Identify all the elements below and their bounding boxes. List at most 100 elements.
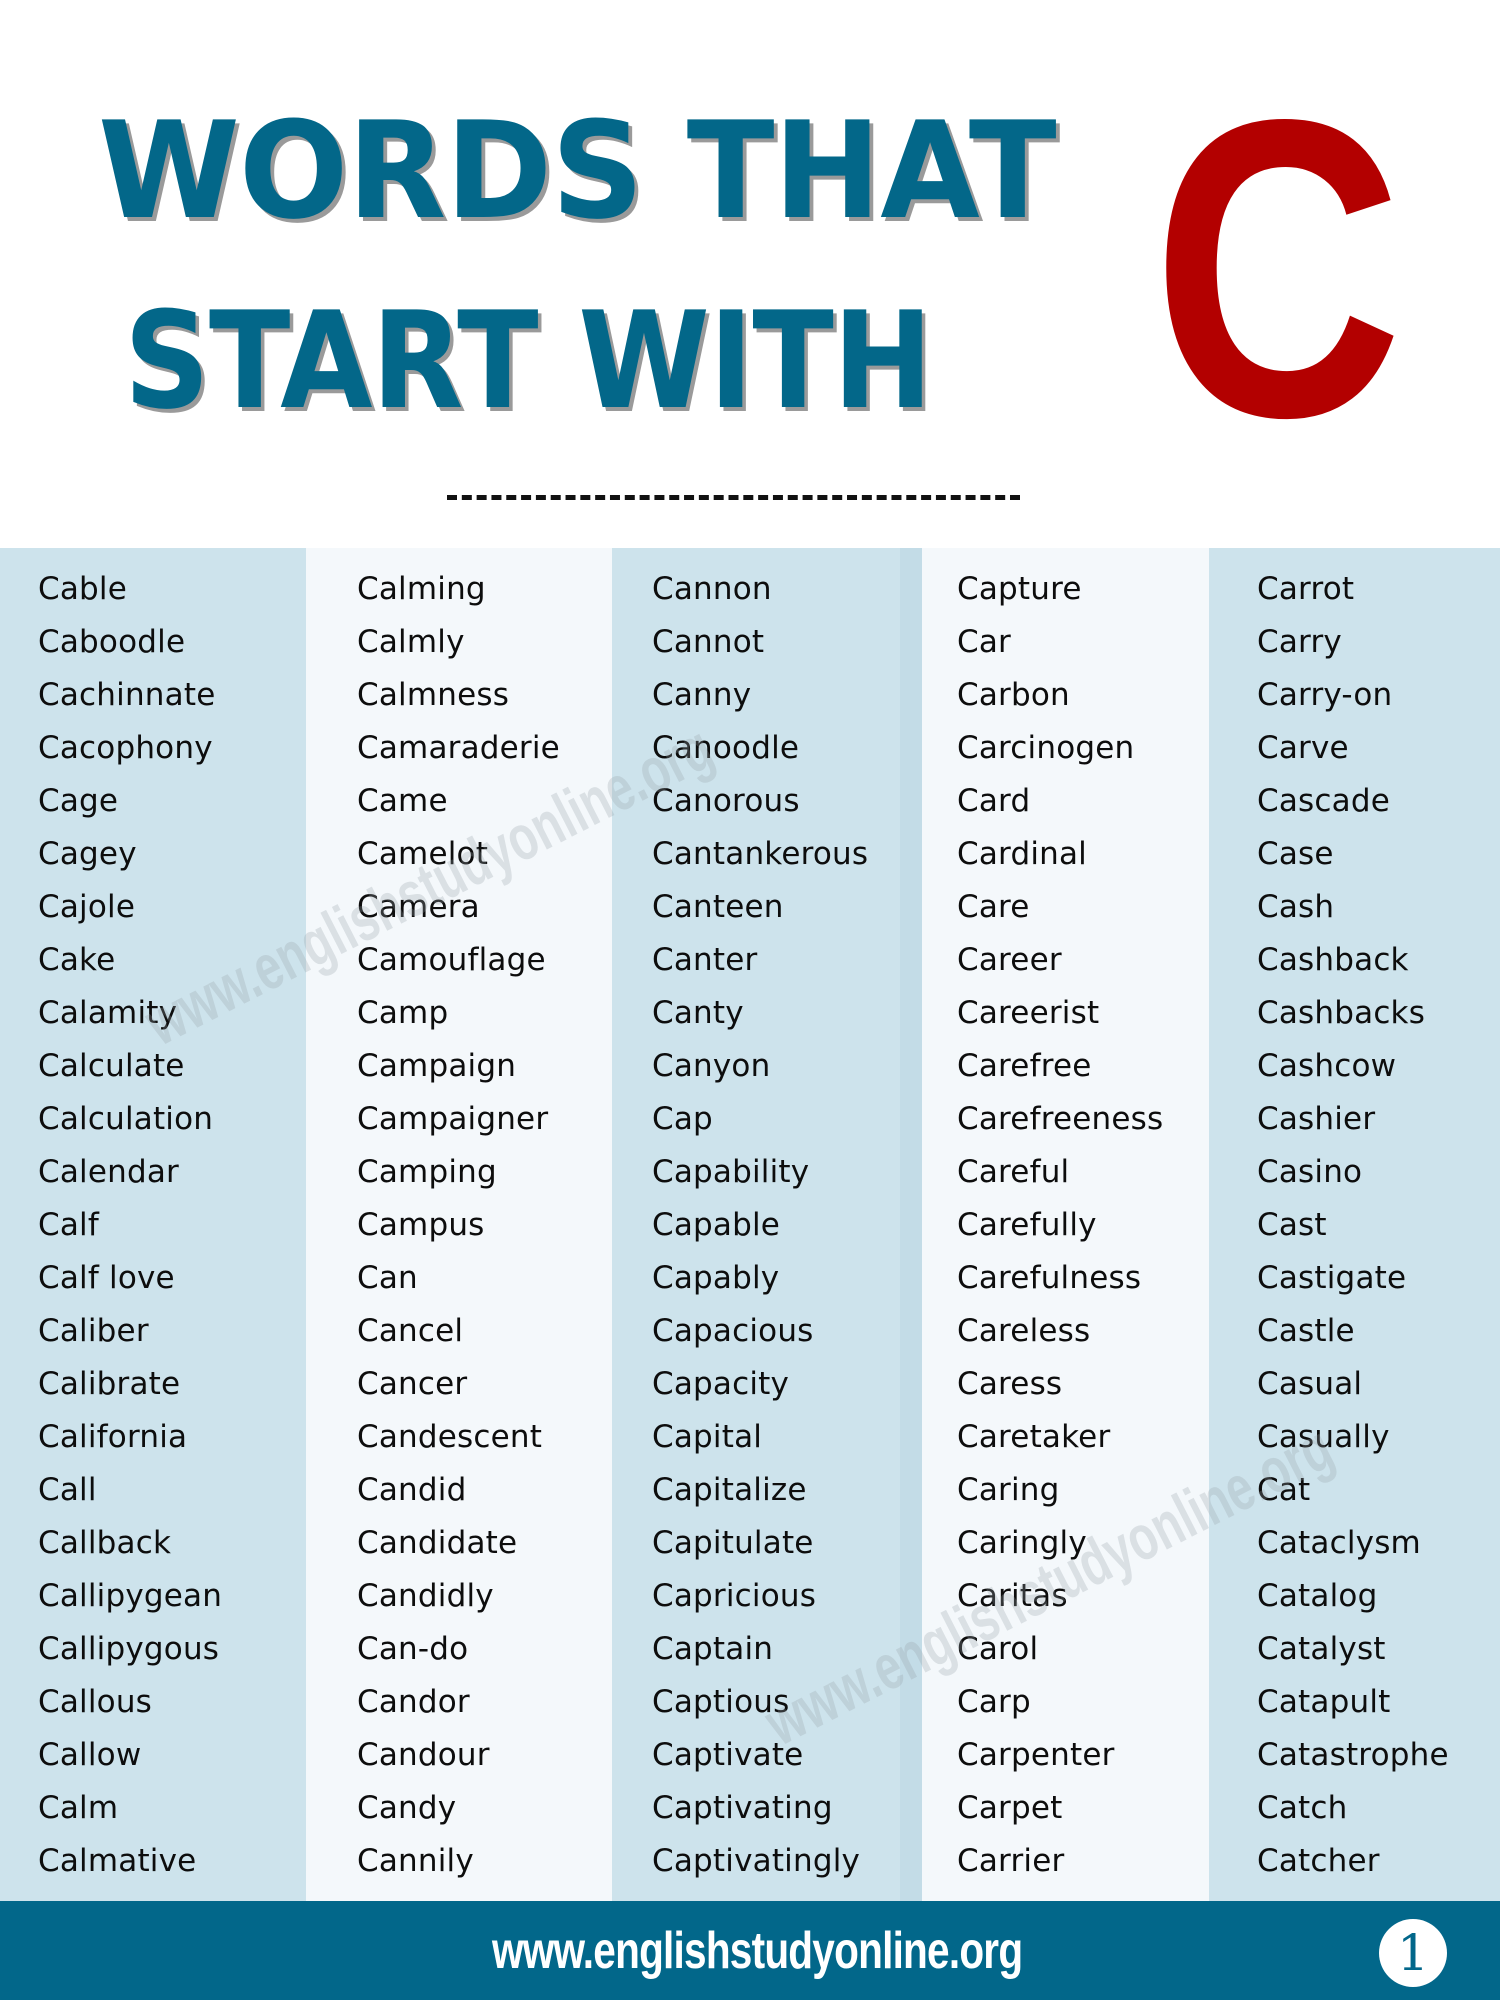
- word-item: Carve: [1257, 730, 1349, 766]
- word-item: Capability: [652, 1154, 810, 1190]
- word-item: Careerist: [957, 995, 1100, 1031]
- word-item: Can: [357, 1260, 418, 1296]
- word-item: Cashier: [1257, 1101, 1376, 1137]
- word-item: Catalyst: [1257, 1631, 1386, 1667]
- word-item: Castle: [1257, 1313, 1355, 1349]
- word-item: Cachinnate: [38, 677, 216, 713]
- title-line-2: START WITH: [124, 283, 933, 439]
- page-number-badge: 1: [1379, 1919, 1447, 1987]
- word-item: Caliber: [38, 1313, 149, 1349]
- word-item: Canorous: [652, 783, 800, 819]
- word-list: Cannon Cannot Canny Canoodle Canorous Cantank…: [652, 563, 868, 1888]
- word-item: Carry-on: [1257, 677, 1393, 713]
- word-item: Calculation: [38, 1101, 214, 1137]
- word-item: Caringly: [957, 1525, 1087, 1561]
- word-column-3: Cannon Cannot Canny Canoodle Canorous Cantank…: [612, 548, 922, 1901]
- word-item: Cashcow: [1257, 1048, 1397, 1084]
- word-item: Capital: [652, 1419, 763, 1455]
- word-item: Calf love: [38, 1260, 175, 1296]
- word-item: Callipygous: [38, 1631, 220, 1667]
- word-item: Candor: [357, 1684, 470, 1720]
- word-item: Care: [957, 889, 1030, 925]
- word-item: Captivate: [652, 1737, 804, 1773]
- word-item: Capable: [652, 1207, 781, 1243]
- word-item: Call: [38, 1472, 97, 1508]
- word-item: Cashbacks: [1257, 995, 1426, 1031]
- word-item: Card: [957, 783, 1031, 819]
- word-item: Came: [357, 783, 448, 819]
- word-item: Cardinal: [957, 836, 1087, 872]
- word-item: Cage: [38, 783, 119, 819]
- word-item: Callipygean: [38, 1578, 223, 1614]
- word-item: Catastrophe: [1257, 1737, 1449, 1773]
- word-item: Calmness: [357, 677, 510, 713]
- word-item: Canter: [652, 942, 758, 978]
- word-item: Calibrate: [38, 1366, 181, 1402]
- word-item: Captain: [652, 1631, 774, 1667]
- title-line-1: WORDS THAT: [98, 93, 1057, 249]
- word-item: Capacious: [652, 1313, 814, 1349]
- word-item: Cancel: [357, 1313, 464, 1349]
- word-item: Catch: [1257, 1790, 1348, 1826]
- word-item: Candy: [357, 1790, 457, 1826]
- word-item: Captivatingly: [652, 1843, 861, 1879]
- word-item: Casually: [1257, 1419, 1390, 1455]
- word-item: Cannon: [652, 571, 772, 607]
- word-item: Catcher: [1257, 1843, 1380, 1879]
- word-item: Casino: [1257, 1154, 1363, 1190]
- word-item: Calf: [38, 1207, 99, 1243]
- word-item: Canteen: [652, 889, 784, 925]
- word-item: Capitulate: [652, 1525, 814, 1561]
- word-item: Castigate: [1257, 1260, 1407, 1296]
- word-item: Capture: [957, 571, 1082, 607]
- word-item: Casual: [1257, 1366, 1363, 1402]
- word-item: Calm: [38, 1790, 119, 1826]
- word-item: Carol: [957, 1631, 1039, 1667]
- word-item: Calming: [357, 571, 486, 607]
- word-item: Carp: [957, 1684, 1031, 1720]
- word-item: Can-do: [357, 1631, 469, 1667]
- word-item: Carefulness: [957, 1260, 1142, 1296]
- word-item: Caritas: [957, 1578, 1068, 1614]
- word-item: Candour: [357, 1737, 490, 1773]
- word-item: Canyon: [652, 1048, 771, 1084]
- word-item: Carry: [1257, 624, 1342, 660]
- dashed-divider: [447, 495, 1020, 500]
- word-item: Cap: [652, 1101, 713, 1137]
- word-item: Career: [957, 942, 1062, 978]
- word-item: Capitalize: [652, 1472, 807, 1508]
- word-item: Candid: [357, 1472, 467, 1508]
- word-item: Cannot: [652, 624, 765, 660]
- word-item: Careful: [957, 1154, 1070, 1190]
- footer-bar: www.englishstudyonline.org: [0, 1901, 1500, 2000]
- word-item: Carbon: [957, 677, 1070, 713]
- word-list: Calming Calmly Calmness Camaraderie Came Came…: [357, 563, 560, 1888]
- word-item: Catalog: [1257, 1578, 1378, 1614]
- word-item: Camping: [357, 1154, 497, 1190]
- website-link[interactable]: www.englishstudyonline.org: [492, 1921, 1023, 1981]
- word-item: Candidate: [357, 1525, 518, 1561]
- word-item: Cake: [38, 942, 116, 978]
- word-item: Car: [957, 624, 1011, 660]
- word-item: Camera: [357, 889, 480, 925]
- word-item: Calmative: [38, 1843, 197, 1879]
- word-item: Canty: [652, 995, 744, 1031]
- word-item: Cable: [38, 571, 128, 607]
- word-item: Carrier: [957, 1843, 1065, 1879]
- word-column-5: Carrot Carry Carry-on Carve Cascade Case Cash C…: [1209, 548, 1500, 1901]
- word-item: Cancer: [357, 1366, 468, 1402]
- word-item: Cantankerous: [652, 836, 869, 872]
- word-item: Campaigner: [357, 1101, 549, 1137]
- word-item: Calendar: [38, 1154, 179, 1190]
- word-item: Cash: [1257, 889, 1335, 925]
- word-item: Case: [1257, 836, 1334, 872]
- word-item: Candescent: [357, 1419, 543, 1455]
- word-item: Capably: [652, 1260, 780, 1296]
- word-column-1: Cable Caboodle Cachinnate Cacophony Cage Cage…: [0, 548, 306, 1901]
- word-item: Catapult: [1257, 1684, 1391, 1720]
- word-item: Canny: [652, 677, 752, 713]
- word-item: Camouflage: [357, 942, 546, 978]
- word-item: Cacophony: [38, 730, 213, 766]
- word-item: Carefree: [957, 1048, 1092, 1084]
- word-item: Camaraderie: [357, 730, 560, 766]
